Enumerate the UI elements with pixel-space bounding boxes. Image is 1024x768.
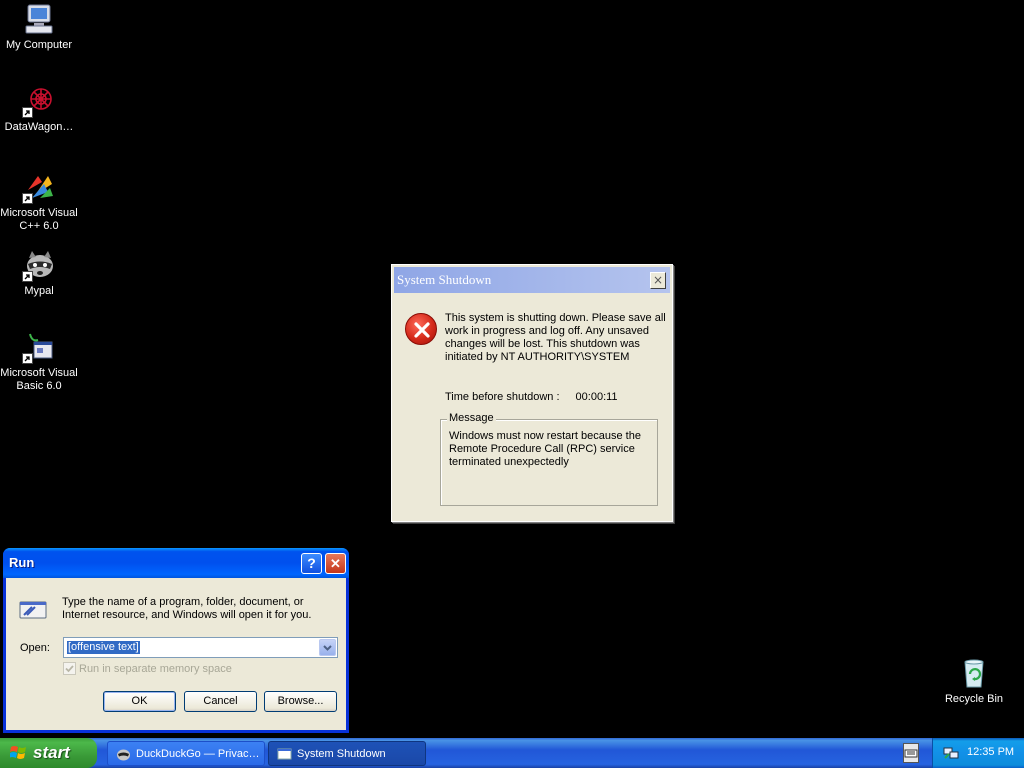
mypal-raccoon-icon (22, 248, 56, 282)
shutdown-message: This system is shutting down. Please sav… (445, 312, 666, 363)
checkmark-icon (65, 665, 74, 673)
checkbox-label: Run in separate memory space (79, 663, 232, 675)
groupbox-text: Windows must now restart because the Rem… (449, 430, 641, 468)
taskbar-button-label: DuckDuckGo — Privac… (136, 748, 260, 760)
desktop-icon-label: Microsoft Visual Basic 6.0 (0, 367, 78, 392)
taskbar: start DuckDuckGo — Privac… System Shutdo… (0, 738, 1024, 768)
close-button[interactable]: ✕ (325, 553, 346, 574)
keyboard-language-icon[interactable] (903, 743, 919, 763)
shortcut-arrow-icon (22, 193, 33, 204)
dialog-title: System Shutdown (397, 272, 492, 287)
shortcut-arrow-icon (22, 271, 33, 282)
desktop-icon-label: My Computer (5, 39, 73, 51)
start-button[interactable]: start (0, 738, 97, 768)
dialog-title-bar[interactable]: System Shutdown × (394, 267, 670, 293)
recycle-bin-icon (957, 656, 991, 690)
shortcut-arrow-icon (22, 353, 33, 364)
my-computer-icon (22, 2, 56, 36)
close-button[interactable]: × (650, 272, 666, 289)
shortcut-arrow-icon (22, 107, 33, 118)
desktop-icon-label: Mypal (24, 285, 54, 297)
datawagon-icon (22, 84, 56, 118)
open-input-value[interactable]: [offensive text] (67, 641, 140, 654)
ok-button[interactable]: OK (103, 691, 176, 712)
system-tray: 12:35 PM (932, 738, 1024, 768)
separate-memory-checkbox[interactable]: Run in separate memory space (63, 662, 232, 675)
groupbox-label: Message (447, 412, 496, 424)
taskbar-button-label: System Shutdown (297, 748, 386, 760)
run-title: Run (9, 555, 35, 570)
desktop-icon-label: Microsoft Visual C++ 6.0 (0, 207, 78, 232)
taskbar-button-system-shutdown[interactable]: System Shutdown (268, 741, 426, 766)
system-shutdown-dialog: System Shutdown × This system is shuttin… (391, 264, 673, 522)
windows-flag-icon (10, 746, 26, 759)
timer-label: Time before shutdown : (445, 391, 560, 403)
taskbar-button-duckduckgo[interactable]: DuckDuckGo — Privac… (107, 741, 265, 766)
window-icon (277, 748, 292, 760)
run-description: Type the name of a program, folder, docu… (62, 596, 312, 621)
run-title-bar[interactable]: Run ? ✕ (3, 548, 349, 578)
mypal-raccoon-icon (117, 749, 130, 761)
visual-cpp-icon (22, 170, 56, 204)
network-icon[interactable] (943, 745, 959, 761)
desktop-icon-visual-cpp[interactable]: Microsoft Visual C++ 6.0 (0, 170, 78, 233)
shutdown-timer: Time before shutdown : 00:00:11 (445, 391, 618, 403)
checkbox-box[interactable] (63, 662, 76, 675)
run-icon (18, 596, 50, 622)
help-button[interactable]: ? (301, 553, 322, 574)
desktop-icon-my-computer[interactable]: My Computer (0, 2, 78, 52)
timer-value: 00:00:11 (575, 391, 618, 403)
clock[interactable]: 12:35 PM (967, 746, 1014, 758)
desktop-icon-visual-basic[interactable]: Microsoft Visual Basic 6.0 (0, 330, 78, 393)
cancel-button[interactable]: Cancel (184, 691, 257, 712)
visual-basic-icon (22, 330, 56, 364)
open-combobox[interactable]: [offensive text] (63, 637, 338, 658)
desktop-icon-datawagon[interactable]: DataWagon… (0, 84, 78, 134)
desktop-icon-label: DataWagon… (4, 121, 74, 133)
dropdown-arrow-button[interactable] (319, 639, 336, 656)
run-dialog: Run ? ✕ Type the name of a program, fold… (3, 548, 349, 733)
run-dialog-body: Type the name of a program, folder, docu… (6, 578, 346, 730)
desktop-icon-mypal[interactable]: Mypal (0, 248, 78, 298)
desktop-icon-label: Recycle Bin (944, 693, 1004, 705)
open-label: Open: (20, 642, 50, 654)
browse-button[interactable]: Browse... (264, 691, 337, 712)
desktop-icon-recycle-bin[interactable]: Recycle Bin (935, 656, 1013, 706)
chevron-down-icon (323, 645, 332, 651)
start-label: start (33, 743, 70, 762)
error-icon (405, 313, 437, 345)
message-groupbox: Message Windows must now restart because… (440, 412, 658, 506)
